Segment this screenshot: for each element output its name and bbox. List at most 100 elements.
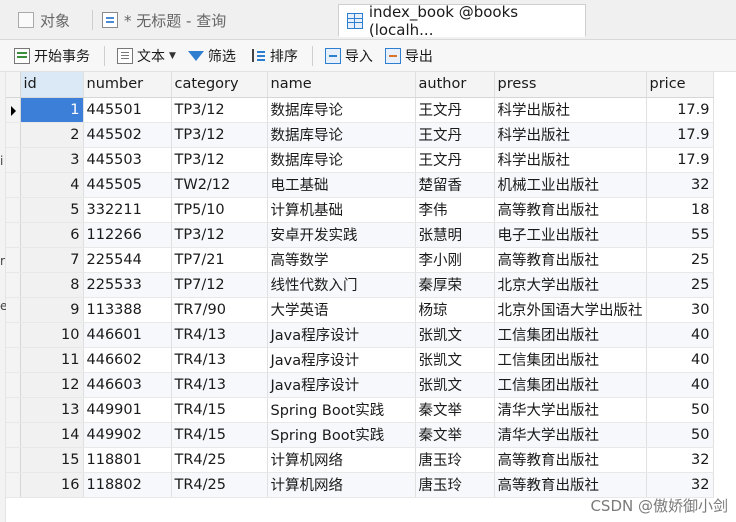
cell-author[interactable]: 杨琼 [415, 297, 495, 323]
cell-category[interactable]: TP5/10 [171, 197, 268, 223]
cell-category[interactable]: TR4/13 [171, 347, 268, 373]
cell-id[interactable]: 14 [20, 422, 84, 448]
cell-price[interactable]: 50 [646, 397, 714, 423]
table-row[interactable]: 13 449901 TR4/15 Spring Boot实践 秦文举 清华大学出版社 50 [6, 397, 714, 423]
cell-category[interactable]: TP7/21 [171, 247, 268, 273]
cell-category[interactable]: TR4/15 [171, 397, 268, 423]
cell-number[interactable]: 445505 [83, 172, 172, 198]
table-row[interactable]: 15 118801 TR4/25 计算机网络 唐玉玲 高等教育出版社 32 [6, 447, 714, 473]
row-marker[interactable] [6, 272, 21, 298]
cell-id[interactable]: 5 [20, 197, 84, 223]
cell-number[interactable]: 225533 [83, 272, 172, 298]
cell-author[interactable]: 李小刚 [415, 247, 495, 273]
chevron-down-icon[interactable]: ▼ [169, 51, 176, 61]
text-button[interactable]: 文本 ▼ [115, 43, 178, 69]
row-marker[interactable] [6, 447, 21, 473]
row-marker[interactable] [6, 322, 21, 348]
cell-author[interactable]: 王文丹 [415, 122, 495, 148]
cell-category[interactable]: TR4/25 [171, 447, 268, 473]
cell-name[interactable]: 高等数学 [267, 247, 416, 273]
row-marker[interactable] [6, 97, 21, 123]
cell-price[interactable]: 18 [646, 197, 714, 223]
cell-name[interactable]: Java程序设计 [267, 347, 416, 373]
cell-name[interactable]: 数据库导论 [267, 122, 416, 148]
cell-price[interactable]: 30 [646, 297, 714, 323]
cell-press[interactable]: 高等教育出版社 [494, 472, 647, 498]
row-marker[interactable] [6, 297, 21, 323]
cell-id[interactable]: 10 [20, 322, 84, 348]
table-row[interactable]: 6 112266 TP3/12 安卓开发实践 张慧明 电子工业出版社 55 [6, 222, 714, 248]
row-marker[interactable] [6, 147, 21, 173]
row-marker[interactable] [6, 197, 21, 223]
table-row[interactable]: 4 445505 TW2/12 电工基础 楚留香 机械工业出版社 32 [6, 172, 714, 198]
cell-id[interactable]: 1 [20, 97, 84, 123]
cell-number[interactable]: 446601 [83, 322, 172, 348]
cell-author[interactable]: 王文丹 [415, 97, 495, 123]
row-marker[interactable] [6, 397, 21, 423]
cell-number[interactable]: 118802 [83, 472, 172, 498]
cell-number[interactable]: 449902 [83, 422, 172, 448]
row-marker[interactable] [6, 222, 21, 248]
cell-id[interactable]: 3 [20, 147, 84, 173]
column-header-price[interactable]: price [646, 72, 714, 98]
cell-author[interactable]: 秦文举 [415, 422, 495, 448]
table-row[interactable]: 16 118802 TR4/25 计算机网络 唐玉玲 高等教育出版社 32 [6, 472, 714, 498]
cell-category[interactable]: TP3/12 [171, 97, 268, 123]
column-header-number[interactable]: number [83, 72, 172, 98]
table-row[interactable]: 11 446602 TR4/13 Java程序设计 张凯文 工信集团出版社 40 [6, 347, 714, 373]
cell-author[interactable]: 王文丹 [415, 147, 495, 173]
column-header-category[interactable]: category [171, 72, 268, 98]
cell-price[interactable]: 55 [646, 222, 714, 248]
sort-button[interactable]: 排序 [248, 43, 300, 69]
cell-category[interactable]: TR4/25 [171, 472, 268, 498]
row-marker[interactable] [6, 172, 21, 198]
cell-id[interactable]: 15 [20, 447, 84, 473]
cell-press[interactable]: 清华大学出版社 [494, 397, 647, 423]
tab-objects[interactable]: 对象 [10, 4, 90, 36]
cell-name[interactable]: 电工基础 [267, 172, 416, 198]
row-marker[interactable] [6, 472, 21, 498]
cell-id[interactable]: 4 [20, 172, 84, 198]
cell-category[interactable]: TP3/12 [171, 222, 268, 248]
cell-name[interactable]: 计算机基础 [267, 197, 416, 223]
cell-press[interactable]: 工信集团出版社 [494, 322, 647, 348]
cell-category[interactable]: TR4/15 [171, 422, 268, 448]
cell-author[interactable]: 张慧明 [415, 222, 495, 248]
cell-number[interactable]: 446603 [83, 372, 172, 398]
cell-number[interactable]: 225544 [83, 247, 172, 273]
column-header-press[interactable]: press [494, 72, 647, 98]
cell-category[interactable]: TP3/12 [171, 122, 268, 148]
cell-id[interactable]: 11 [20, 347, 84, 373]
cell-category[interactable]: TR4/13 [171, 372, 268, 398]
cell-author[interactable]: 秦文举 [415, 397, 495, 423]
row-marker[interactable] [6, 372, 21, 398]
cell-price[interactable]: 32 [646, 172, 714, 198]
cell-number[interactable]: 445501 [83, 97, 172, 123]
table-row[interactable]: 2 445502 TP3/12 数据库导论 王文丹 科学出版社 17.9 [6, 122, 714, 148]
cell-number[interactable]: 445502 [83, 122, 172, 148]
cell-number[interactable]: 118801 [83, 447, 172, 473]
cell-number[interactable]: 113388 [83, 297, 172, 323]
table-row[interactable]: 9 113388 TR7/90 大学英语 杨琼 北京外国语大学出版社 30 [6, 297, 714, 323]
cell-id[interactable]: 7 [20, 247, 84, 273]
cell-author[interactable]: 张凯文 [415, 372, 495, 398]
cell-number[interactable]: 112266 [83, 222, 172, 248]
cell-price[interactable]: 17.9 [646, 97, 714, 123]
row-marker[interactable] [6, 122, 21, 148]
cell-press[interactable]: 电子工业出版社 [494, 222, 647, 248]
table-row[interactable]: 1 445501 TP3/12 数据库导论 王文丹 科学出版社 17.9 [6, 97, 714, 123]
cell-price[interactable]: 50 [646, 422, 714, 448]
cell-press[interactable]: 机械工业出版社 [494, 172, 647, 198]
row-marker[interactable] [6, 347, 21, 373]
cell-name[interactable]: Spring Boot实践 [267, 422, 416, 448]
cell-id[interactable]: 16 [20, 472, 84, 498]
cell-id[interactable]: 13 [20, 397, 84, 423]
cell-name[interactable]: Java程序设计 [267, 322, 416, 348]
cell-press[interactable]: 科学出版社 [494, 122, 647, 148]
cell-name[interactable]: 线性代数入门 [267, 272, 416, 298]
cell-number[interactable]: 445503 [83, 147, 172, 173]
cell-press[interactable]: 高等教育出版社 [494, 447, 647, 473]
cell-category[interactable]: TR7/90 [171, 297, 268, 323]
tab-index-book[interactable]: index_book @books (localh... [338, 3, 586, 39]
filter-button[interactable]: 筛选 [186, 43, 238, 69]
